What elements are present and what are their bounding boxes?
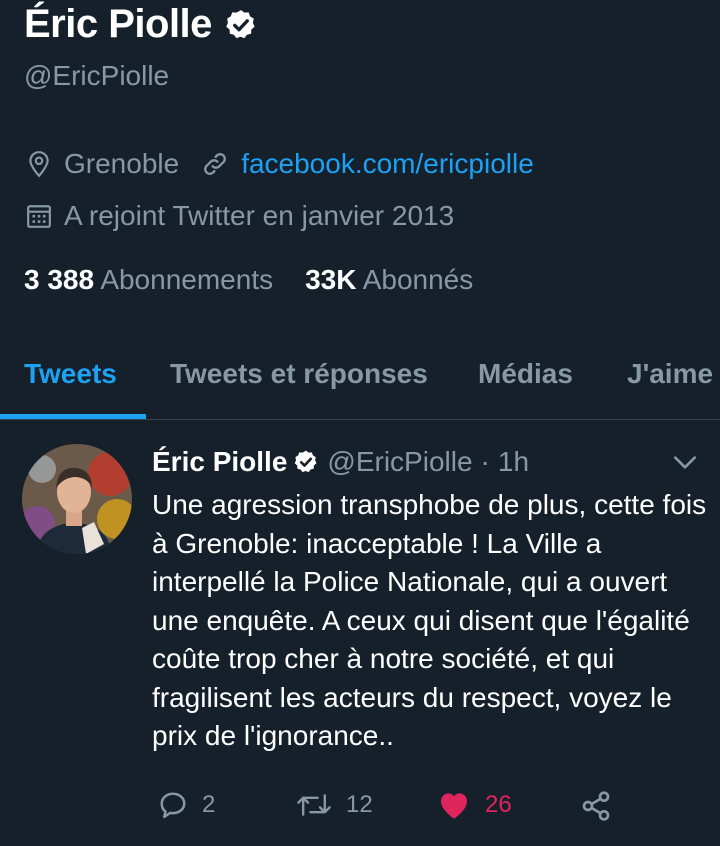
link-icon: [204, 153, 227, 175]
profile-meta-location-website: Grenoble facebook.com/ericpiolle: [26, 148, 534, 180]
tweet-time[interactable]: 1h: [498, 446, 529, 478]
reply-count: 2: [202, 791, 216, 818]
following-link[interactable]: 3 388 Abonnements: [24, 264, 273, 296]
tabs-divider: [0, 419, 720, 420]
tweet-header: Éric Piolle @EricPiolle · 1h: [152, 446, 529, 478]
chevron-down-icon[interactable]: [672, 452, 698, 474]
tweet-author-name[interactable]: Éric Piolle: [152, 446, 287, 478]
tweet-author-handle[interactable]: @EricPiolle: [327, 446, 472, 478]
tab-tweets-and-replies[interactable]: Tweets et réponses: [170, 358, 428, 390]
tab-media[interactable]: Médias: [478, 358, 573, 390]
avatar[interactable]: [22, 444, 132, 554]
followers-link[interactable]: 33K Abonnés: [305, 264, 473, 296]
verified-badge-icon: [295, 450, 317, 473]
heart-icon: [441, 793, 467, 819]
share-button[interactable]: [580, 790, 626, 822]
retweet-count: 12: [346, 791, 373, 818]
share-icon: [582, 791, 610, 821]
tab-likes[interactable]: J'aime: [627, 358, 713, 390]
profile-name: Éric Piolle: [24, 2, 258, 47]
retweet-icon: [297, 794, 331, 816]
profile-name-text: Éric Piolle: [24, 2, 212, 46]
profile-website-link[interactable]: facebook.com/ericpiolle: [241, 148, 534, 180]
profile-stats: 3 388 Abonnements 33K Abonnés: [24, 264, 473, 296]
location-pin-icon: [29, 151, 49, 178]
following-count: 3 388: [24, 264, 95, 295]
calendar-icon: [27, 205, 51, 228]
tweet-text: Une agression transphobe de plus, cette …: [152, 489, 707, 751]
verified-badge-icon: [226, 9, 255, 38]
profile-tabs: Tweets Tweets et réponses Médias J'aime: [0, 352, 720, 420]
followers-count: 33K: [305, 264, 357, 295]
profile-location: Grenoble: [64, 148, 180, 179]
followers-label: Abonnés: [362, 264, 474, 295]
reply-button[interactable]: 2: [158, 790, 215, 820]
tweet-actions: 2 12 26: [0, 790, 720, 830]
reply-icon: [160, 792, 186, 819]
profile-joined-date: A rejoint Twitter en janvier 2013: [64, 200, 455, 231]
profile-meta-joined: A rejoint Twitter en janvier 2013: [26, 200, 454, 232]
like-count: 26: [485, 791, 512, 818]
tab-tweets[interactable]: Tweets: [24, 358, 117, 390]
following-label: Abonnements: [100, 264, 274, 295]
tweet-separator: ·: [480, 446, 490, 477]
retweet-button[interactable]: 12: [296, 790, 373, 820]
like-button[interactable]: 26: [437, 790, 512, 820]
profile-handle: @EricPiolle: [24, 60, 170, 91]
avatar-photo: [22, 444, 132, 554]
